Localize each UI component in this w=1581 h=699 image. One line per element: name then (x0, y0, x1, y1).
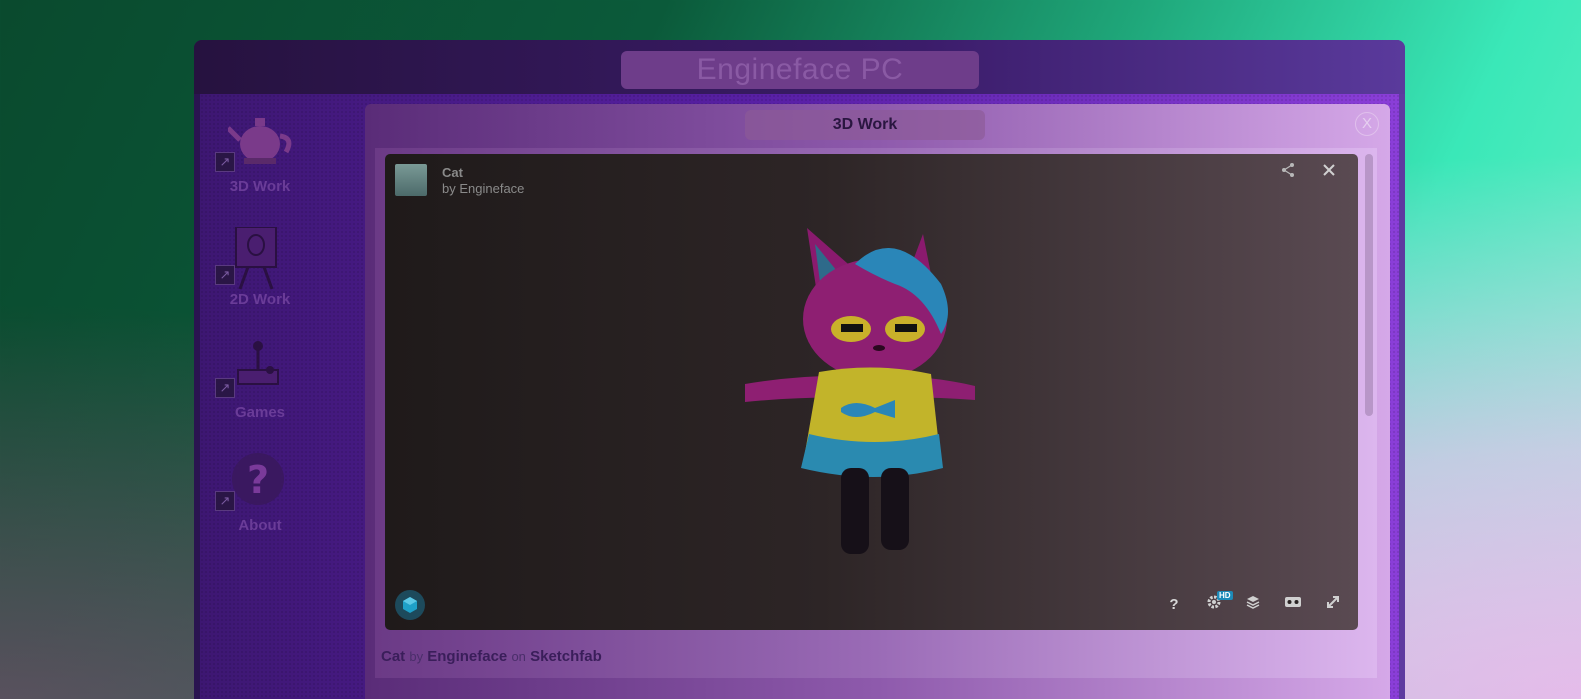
credit-author-link[interactable]: Engineface (427, 648, 507, 665)
fullscreen-icon[interactable] (1322, 594, 1344, 616)
shortcut-arrow-icon: ↗ (215, 378, 235, 398)
sketchfab-viewer[interactable]: Cat by Engineface ? HD (385, 154, 1358, 630)
app-window-3d-work: 3D Work X Cat by Engineface ? HD Cat by … (365, 104, 1390, 699)
desktop-icon-label: Games (234, 404, 286, 421)
credit-on: on (511, 649, 526, 664)
credit-platform-link[interactable]: Sketchfab (530, 648, 602, 665)
window-title: Engineface PC (621, 51, 979, 89)
app-close-button[interactable]: X (1355, 112, 1379, 136)
help-icon[interactable]: ? (1163, 594, 1185, 616)
model-credit: Cat by Engineface on Sketchfab (381, 648, 602, 665)
author-link[interactable]: Engineface (459, 181, 524, 196)
svg-text:?: ? (247, 458, 269, 502)
shortcut-arrow-icon: ↗ (215, 491, 235, 511)
close-icon[interactable] (1318, 162, 1340, 184)
os-window: Engineface PC ↗ 3D Work ↗ 2D Work ↗ Game… (194, 40, 1405, 699)
credit-model-link[interactable]: Cat (381, 648, 405, 665)
desktop-icon-games[interactable]: ↗ Games (210, 340, 320, 440)
shortcut-arrow-icon: ↗ (215, 152, 235, 172)
desktop-icon-label: 2D Work (229, 291, 291, 308)
teapot-icon (228, 118, 292, 164)
desktop-icon-2d-work[interactable]: ↗ 2D Work (210, 227, 320, 327)
model-title[interactable]: Cat (442, 165, 463, 180)
author-prefix: by (442, 181, 456, 196)
desktop-icon-label: 3D Work (229, 178, 291, 195)
desktop-icon-about[interactable]: ? ↗ About (210, 453, 320, 553)
shortcut-arrow-icon: ↗ (215, 265, 235, 285)
hd-badge: HD (1217, 591, 1233, 600)
model-author: by Engineface (442, 181, 524, 196)
desktop-icon-label: About (238, 517, 282, 534)
cat-model (745, 228, 975, 554)
question-icon: ? (232, 453, 284, 505)
share-icon[interactable] (1277, 162, 1299, 184)
window-titlebar: Engineface PC (194, 40, 1405, 94)
author-avatar[interactable] (395, 164, 427, 196)
app-window-title: 3D Work (745, 110, 985, 140)
app-content: Cat by Engineface ? HD Cat by Engineface… (375, 148, 1377, 678)
sketchfab-logo-icon[interactable] (395, 590, 425, 620)
desktop-icon-3d-work[interactable]: ↗ 3D Work (210, 114, 320, 214)
desktop: ↗ 3D Work ↗ 2D Work ↗ Games ? ↗ About 3D… (200, 94, 1399, 699)
layers-icon[interactable] (1242, 594, 1264, 616)
easel-icon (235, 227, 277, 290)
credit-by: by (409, 649, 424, 664)
vr-headset-icon[interactable] (1282, 594, 1304, 616)
joystick-icon (237, 341, 279, 385)
scrollbar[interactable] (1365, 154, 1373, 416)
